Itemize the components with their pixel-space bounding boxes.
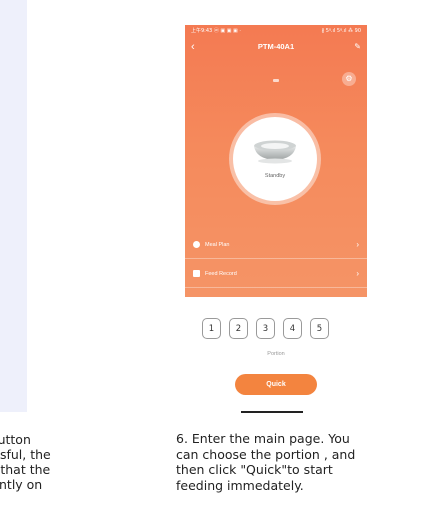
settings-gear-icon[interactable]: ⚙ <box>342 72 356 86</box>
nav-bar: ‹ PTM-40A1 ✎ <box>185 39 367 57</box>
step-caption-line: 6. Enter the main page. You <box>176 431 350 446</box>
portion-selector: 1 2 3 4 5 <box>202 318 367 340</box>
step-caption: 6. Enter the main page. You can choose t… <box>176 431 416 522</box>
status-bar: 上午9:43 ⓦ ▣ ▣ ▣ · ∦ 5ᵍ.ıl 5ᵍ.ıl ⁂ 90 <box>185 25 367 36</box>
device-status-circle: Standby <box>233 117 317 201</box>
portion-label: Portion <box>267 351 285 357</box>
chevron-right-icon: › <box>356 269 359 278</box>
menu-item-label: Feed Record <box>205 270 237 277</box>
left-caption-line: ows that the <box>0 462 51 477</box>
menu-item-label: Meal Plan <box>205 241 230 248</box>
portion-button-3[interactable]: 3 <box>256 318 275 339</box>
phone-screenshot: 上午9:43 ⓦ ▣ ▣ ▣ · ∦ 5ᵍ.ıl 5ᵍ.ıl ⁂ 90 ‹ PT… <box>185 25 367 420</box>
edit-pencil-icon[interactable]: ✎ <box>354 41 361 53</box>
step-caption-line: feeding immedately. <box>176 477 304 493</box>
step-caption-line: then click "Quick"to start <box>176 462 333 477</box>
page-title: PTM-40A1 <box>257 42 295 51</box>
step-caption-line: can choose the portion , and <box>176 446 356 462</box>
record-icon <box>193 270 200 277</box>
chevron-right-icon: › <box>356 240 359 249</box>
portion-button-5[interactable]: 5 <box>310 318 329 339</box>
left-caption-line: h" button <box>0 432 31 447</box>
menu-item-meal-plan[interactable]: Meal Plan › <box>185 231 367 259</box>
wifi-status-icon <box>273 79 279 82</box>
status-time: 上午9:43 ⓦ ▣ ▣ ▣ · <box>191 28 241 34</box>
device-status-label: Standby <box>264 173 286 179</box>
left-image-panel <box>0 0 27 412</box>
clock-icon <box>193 241 200 248</box>
pet-bowl-icon <box>254 140 296 164</box>
device-header: 上午9:43 ⓦ ▣ ▣ ▣ · ∦ 5ᵍ.ıl 5ᵍ.ıl ⁂ 90 ‹ PT… <box>185 25 367 297</box>
portion-button-4[interactable]: 4 <box>283 318 302 339</box>
quick-feed-button[interactable]: Quick <box>235 374 317 395</box>
left-caption-line: nstantly on <box>0 477 43 492</box>
device-status-ring: Standby <box>229 113 321 205</box>
left-caption: h" button ccessful, the ows that the nst… <box>0 432 110 522</box>
portion-button-2[interactable]: 2 <box>229 318 248 339</box>
menu-item-feed-record[interactable]: Feed Record › <box>185 260 367 288</box>
status-indicators: ∦ 5ᵍ.ıl 5ᵍ.ıl ⁂ 90 <box>321 27 361 34</box>
portion-button-1[interactable]: 1 <box>202 318 221 339</box>
left-caption-line: ccessful, the <box>0 447 51 462</box>
home-indicator <box>241 411 303 413</box>
